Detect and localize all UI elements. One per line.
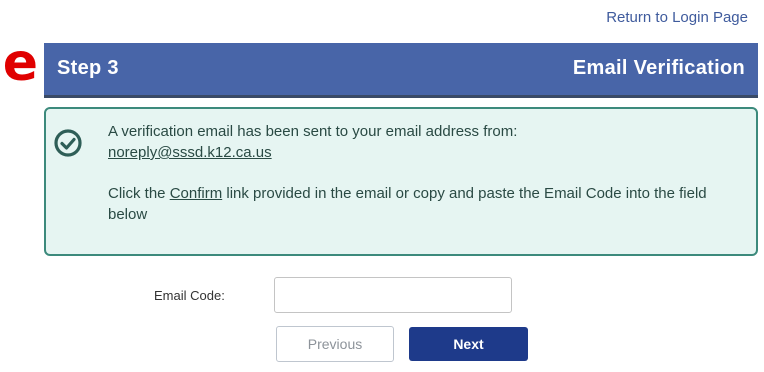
next-button[interactable]: Next (409, 327, 528, 361)
confirm-link[interactable]: Confirm (170, 185, 223, 202)
alert-sent-text: A verification email has been sent to yo… (108, 123, 518, 140)
return-to-login-link[interactable]: Return to Login Page (606, 9, 748, 26)
alert-instructions-before: Click the (108, 185, 170, 202)
alert-instructions: Click the Confirm link provided in the e… (108, 183, 708, 225)
previous-button[interactable]: Previous (276, 326, 394, 362)
cropped-red-text: e (0, 34, 40, 92)
alert-line-1: A verification email has been sent to yo… (108, 121, 708, 163)
cropped-red-letter: e (2, 34, 38, 92)
verification-page: e Return to Login Page Step 3 Email Veri… (0, 0, 764, 372)
step-number: Step 3 (57, 57, 119, 79)
email-code-input[interactable] (274, 277, 512, 313)
email-code-row: Email Code: (0, 277, 764, 315)
step-title: Email Verification (572, 57, 745, 79)
verification-alert: A verification email has been sent to yo… (44, 107, 758, 256)
step-header-bar: Step 3 Email Verification (44, 43, 758, 98)
sender-email-link[interactable]: noreply@sssd.k12.ca.us (108, 144, 272, 161)
check-circle-icon (54, 129, 82, 157)
alert-message: A verification email has been sent to yo… (108, 121, 708, 225)
email-code-label: Email Code: (154, 288, 225, 303)
